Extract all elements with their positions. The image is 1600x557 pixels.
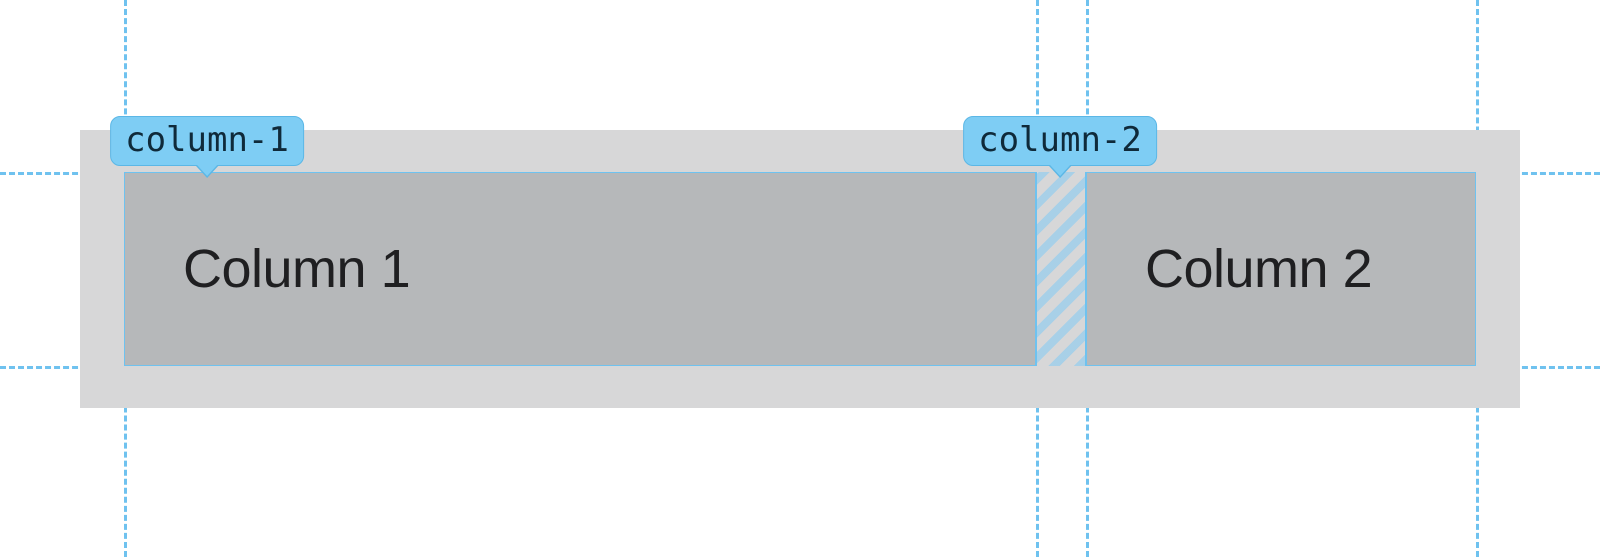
grid-line-badge-column-1: column-1 [110, 116, 304, 166]
grid-line-badge-column-2: column-2 [963, 116, 1157, 166]
grid-column-2-label: Column 2 [1145, 238, 1372, 300]
grid-column-1-label: Column 1 [183, 238, 410, 300]
grid-track-area: Column 1 Column 2 [124, 172, 1476, 366]
grid-column-gap [1036, 172, 1086, 366]
grid-column-2: Column 2 [1086, 172, 1476, 366]
grid-container: Column 1 Column 2 [80, 130, 1520, 408]
grid-column-1: Column 1 [124, 172, 1036, 366]
